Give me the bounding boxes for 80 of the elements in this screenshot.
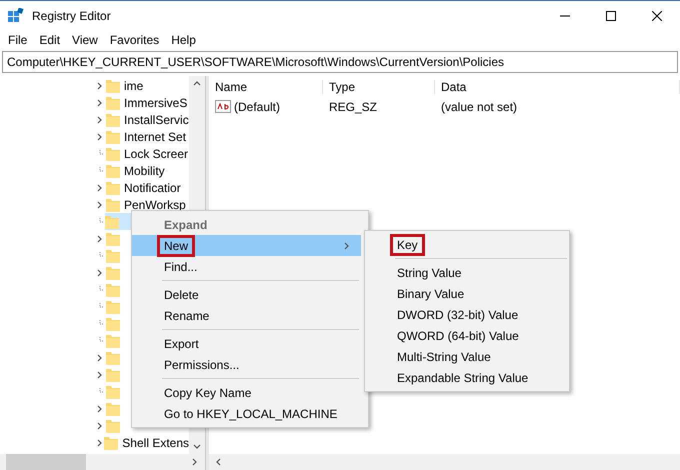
folder-icon [106, 130, 120, 144]
folder-icon [106, 368, 120, 382]
chevron-icon[interactable] [96, 370, 104, 378]
tree-item[interactable]: InstallServic [106, 111, 189, 128]
folder-icon [106, 266, 120, 280]
folder-icon [106, 350, 120, 364]
value-name: (Default) [234, 100, 280, 114]
table-cell-text: (value not set) [440, 100, 518, 114]
menu-item[interactable]: File [2, 33, 34, 47]
tree-item[interactable]: Internet Set [106, 128, 186, 145]
folder-icon [106, 78, 120, 92]
folder-icon [106, 96, 120, 110]
menu-item[interactable]: Edit [33, 33, 66, 47]
folder-icon [106, 300, 120, 314]
registry-icon [8, 8, 24, 24]
menu-item[interactable]: Go to HKEY_LOCAL_MACHINE [132, 403, 361, 424]
chevron-icon[interactable] [96, 234, 104, 242]
tree-item[interactable]: Mobility [106, 162, 165, 179]
folder-icon [106, 248, 120, 262]
menu-item[interactable]: Favorites [104, 33, 166, 47]
chevron-icon[interactable] [193, 80, 201, 88]
tree-item[interactable]: Shell Extens [104, 434, 189, 451]
folder-icon [104, 436, 118, 450]
menu-item[interactable]: Expandable String Value [365, 367, 569, 388]
menu-item[interactable]: New [132, 235, 361, 256]
string-value-icon [215, 100, 231, 114]
folder-icon [106, 316, 120, 330]
chevron-icon[interactable] [96, 268, 104, 276]
chevron-icon[interactable] [96, 98, 104, 106]
window-title: Registry Editor [32, 9, 112, 23]
chevron-icon[interactable] [96, 82, 104, 90]
menu-item[interactable]: Help [165, 33, 202, 47]
menu-item[interactable]: Permissions... [132, 354, 361, 375]
menu-item[interactable]: Binary Value [365, 283, 569, 304]
tree-item[interactable]: PenWorksp [106, 196, 186, 213]
menu-item[interactable]: Find... [132, 256, 361, 277]
folder-icon [106, 232, 120, 246]
menu-item[interactable]: Rename [132, 305, 361, 326]
tree-item[interactable]: Lock Screer [106, 145, 188, 162]
folder-icon [106, 198, 120, 212]
close-icon[interactable] [652, 11, 662, 21]
menu-item[interactable]: DWORD (32-bit) Value [365, 304, 569, 325]
folder-icon [106, 164, 120, 178]
folder-icon [106, 418, 120, 432]
tree-item[interactable]: ImmersiveS [106, 94, 188, 111]
menu-item[interactable]: Key [365, 234, 569, 255]
scrollbar-thumb[interactable] [6, 454, 86, 470]
chevron-icon[interactable] [96, 184, 104, 192]
maximize-icon[interactable] [606, 11, 616, 21]
chevron-icon[interactable] [96, 438, 104, 446]
chevron-icon[interactable] [96, 422, 104, 430]
chevron-icon[interactable] [343, 242, 351, 250]
table-cell-text: REG_SZ [328, 100, 378, 114]
folder-icon [106, 146, 120, 160]
chevron-icon[interactable] [96, 132, 104, 140]
address-field[interactable]: Computer\HKEY_CURRENT_USER\SOFTWARE\Microsoft\Windows\CurrentVersion\Policies [2, 51, 678, 73]
folder-icon [106, 402, 120, 416]
column-header[interactable]: Data [435, 80, 680, 94]
menu-item[interactable]: Export [132, 333, 361, 354]
column-header[interactable]: Name [209, 80, 323, 94]
menu-item[interactable]: View [66, 33, 104, 47]
menu-item[interactable]: Copy Key Name [132, 382, 361, 403]
menu-item[interactable]: String Value [365, 262, 569, 283]
menu-item[interactable]: Delete [132, 284, 361, 305]
folder-icon [106, 384, 120, 398]
chevron-icon[interactable] [96, 404, 104, 412]
tree-item[interactable]: Notificatior [106, 179, 181, 196]
folder-icon [104, 214, 119, 228]
tree-item[interactable]: ime [106, 77, 144, 94]
menu-item[interactable]: Multi-String Value [365, 346, 569, 367]
folder-icon [106, 282, 120, 296]
folder-icon [106, 334, 120, 348]
folder-icon [106, 112, 120, 126]
chevron-icon[interactable] [215, 458, 223, 466]
menu-item[interactable]: QWORD (64-bit) Value [365, 325, 569, 346]
folder-icon [106, 180, 120, 194]
chevron-icon[interactable] [96, 200, 104, 208]
chevron-icon[interactable] [96, 354, 104, 362]
chevron-icon[interactable] [96, 116, 104, 124]
column-header[interactable]: Type [323, 80, 435, 94]
